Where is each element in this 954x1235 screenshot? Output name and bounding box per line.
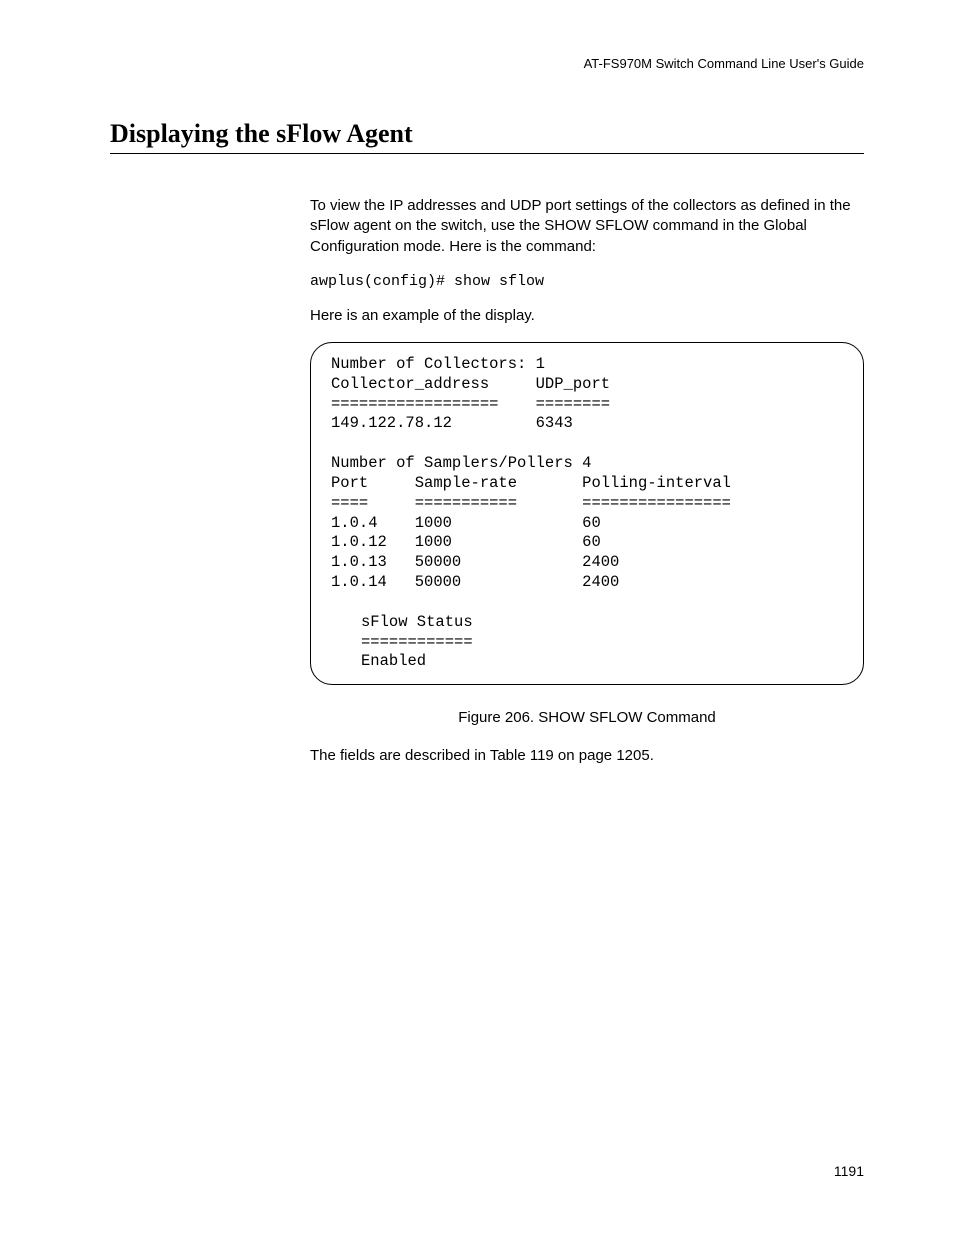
sampler-divider: ==== =========== ================	[331, 494, 843, 514]
body-content: To view the IP addresses and UDP port se…	[310, 196, 864, 767]
running-header: AT-FS970M Switch Command Line User's Gui…	[110, 56, 864, 71]
sampler-row-1: 1.0.4 1000 60	[331, 514, 843, 534]
example-lead: Here is an example of the display.	[310, 306, 864, 326]
terminal-output: Number of Collectors: 1Collector_address…	[310, 342, 864, 685]
sampler-row-2: 1.0.12 1000 60	[331, 533, 843, 553]
collector-columns: Collector_address UDP_port	[331, 375, 843, 395]
sampler-columns: Port Sample-rate Polling-interval	[331, 474, 843, 494]
collectors-header: Number of Collectors: 1	[331, 355, 843, 375]
status-title: sFlow Status	[331, 613, 843, 633]
intro-paragraph: To view the IP addresses and UDP port se…	[310, 196, 864, 257]
page: AT-FS970M Switch Command Line User's Gui…	[0, 0, 954, 1235]
section-title: Displaying the sFlow Agent	[110, 119, 864, 154]
closing-paragraph: The fields are described in Table 119 on…	[310, 746, 864, 766]
status-value: Enabled	[331, 652, 843, 672]
sampler-row-3: 1.0.13 50000 2400	[331, 553, 843, 573]
command-line: awplus(config)# show sflow	[310, 273, 864, 290]
figure-caption: Figure 206. SHOW SFLOW Command	[310, 709, 864, 726]
page-number: 1191	[834, 1163, 864, 1179]
sampler-row-4: 1.0.14 50000 2400	[331, 573, 843, 593]
blank-line-2	[331, 593, 843, 613]
samplers-header: Number of Samplers/Pollers 4	[331, 454, 843, 474]
status-divider: ============	[331, 633, 843, 653]
collector-divider: ================== ========	[331, 395, 843, 415]
blank-line	[331, 434, 843, 454]
collector-row: 149.122.78.12 6343	[331, 414, 843, 434]
